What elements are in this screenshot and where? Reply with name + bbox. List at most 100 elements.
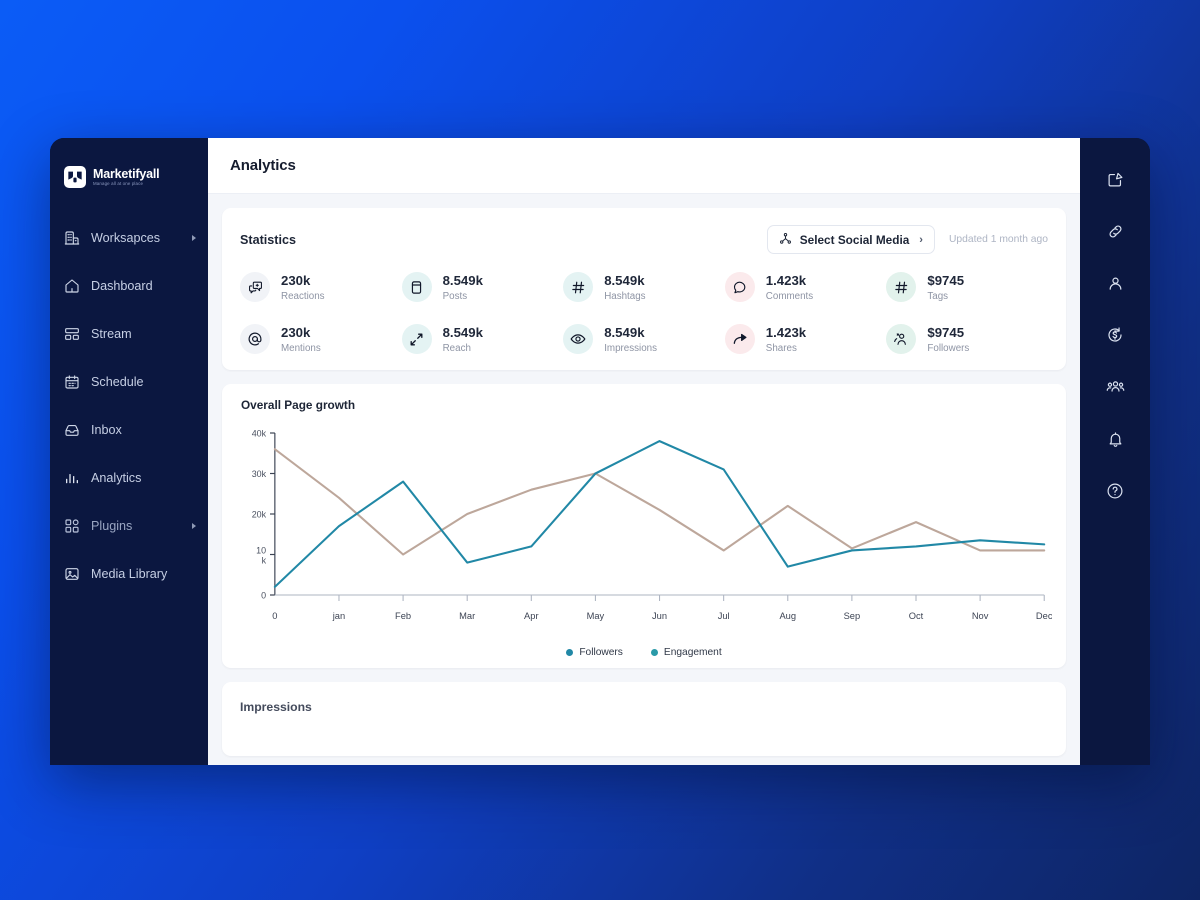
home-icon — [64, 278, 80, 294]
stat-label: Posts — [442, 291, 468, 302]
svg-text:20k: 20k — [252, 509, 267, 519]
sidebar-item-schedule[interactable]: Schedule — [50, 358, 208, 406]
svg-text:Dec: Dec — [1036, 611, 1052, 622]
sidebar-item-analytics[interactable]: Analytics — [50, 454, 208, 502]
stat-value: $9745 — [927, 273, 965, 288]
svg-text:Feb: Feb — [395, 611, 411, 622]
stat-posts: 8.549k Posts — [401, 272, 564, 302]
stat-value: 1.423k — [765, 273, 807, 288]
sidebar-item-label: Plugins — [91, 519, 133, 533]
statistics-grid: 230k Reactions 8.549k Posts 8.549k Hashtags 1.… — [240, 272, 1048, 354]
reactions-icon — [240, 272, 270, 302]
select-social-media-label: Select Social Media — [799, 232, 910, 247]
select-social-media-button[interactable]: Select Social Media › — [766, 225, 935, 254]
sidebar-item-stream[interactable]: Stream — [50, 310, 208, 358]
dollar-refresh-icon[interactable] — [1104, 324, 1126, 346]
impressions-card: Impressions — [222, 682, 1066, 756]
updated-timestamp: Updated 1 month ago — [948, 234, 1048, 245]
grid-icon — [64, 518, 80, 534]
stat-value: 230k — [281, 273, 311, 288]
inbox-icon — [64, 422, 80, 438]
svg-text:0: 0 — [272, 611, 277, 622]
sidebar-item-dashboard[interactable]: Dashboard — [50, 262, 208, 310]
brand-name: Marketifyall — [93, 166, 160, 181]
legend-dot-icon — [566, 649, 574, 656]
svg-text:10k: 10 k — [256, 545, 266, 565]
chevron-right-icon — [192, 235, 196, 241]
stat-followers: $9745 Followers — [886, 324, 1048, 354]
building-icon — [64, 230, 80, 246]
sidebar-item-label: Media Library — [91, 567, 168, 581]
sidebar-item-inbox[interactable]: Inbox — [50, 406, 208, 454]
followers-icon — [886, 324, 917, 354]
brand-tagline: Manage all at one place — [93, 181, 144, 187]
sidebar-item-media-library[interactable]: Media Library — [50, 550, 208, 598]
marketifyall-logo-icon — [64, 166, 86, 188]
stat-value: 8.549k — [604, 273, 645, 288]
link-icon[interactable] — [1104, 220, 1126, 242]
chart-legend: Followers Engagement — [236, 647, 1052, 658]
stat-value: 8.549k — [442, 273, 483, 288]
stat-label: Reactions — [281, 291, 325, 302]
legend-label: Engagement — [663, 647, 722, 658]
svg-text:Jul: Jul — [718, 611, 730, 622]
compose-edit-icon[interactable] — [1104, 168, 1126, 190]
bell-icon[interactable] — [1104, 428, 1126, 450]
page-title: Analytics — [230, 157, 296, 174]
main-area: Analytics Statistics Select Social Media… — [208, 138, 1080, 765]
svg-text:30k: 30k — [252, 469, 267, 479]
stat-shares: 1.423k Shares — [724, 324, 887, 354]
mention-at-icon — [240, 324, 270, 354]
content-scroll: Statistics Select Social Media › Updated… — [208, 194, 1080, 765]
calendar-icon — [64, 374, 80, 390]
image-icon — [64, 566, 80, 582]
sidebar-item-label: Analytics — [91, 471, 142, 485]
app-window: Marketifyall Manage all at one place Wor… — [50, 138, 1150, 765]
svg-text:0: 0 — [261, 590, 266, 600]
stat-label: Reach — [442, 343, 471, 354]
svg-text:Oct: Oct — [909, 611, 924, 622]
topbar: Analytics — [208, 138, 1080, 194]
right-icon-rail — [1080, 138, 1150, 765]
sidebar-item-label: Worksapces — [91, 231, 161, 245]
stat-label: Comments — [765, 291, 814, 302]
stat-label: Followers — [927, 343, 970, 354]
eye-icon — [563, 324, 594, 354]
users-group-icon[interactable] — [1104, 376, 1126, 398]
svg-text:Mar: Mar — [459, 611, 475, 622]
user-icon[interactable] — [1104, 272, 1126, 294]
posts-icon — [401, 272, 432, 302]
stat-value: 1.423k — [765, 325, 807, 340]
help-circle-icon[interactable] — [1104, 480, 1126, 502]
stat-label: Mentions — [281, 343, 321, 354]
line-chart: 0 10 k 20k 30k 40k 0 jan Feb Mar Apr May Jun Jul Aug Se… — [236, 423, 1052, 645]
chevron-right-icon — [192, 523, 196, 529]
sidebar-item-worksapces[interactable]: Worksapces — [50, 214, 208, 262]
stat-comments: 1.423k Comments — [724, 272, 887, 302]
svg-text:Sep: Sep — [844, 611, 861, 622]
stat-label: Hashtags — [604, 291, 646, 302]
sidebar: Marketifyall Manage all at one place Wor… — [50, 138, 208, 765]
share-arrow-icon — [724, 324, 755, 354]
stat-hashtags: 8.549k Hashtags — [563, 272, 725, 302]
legend-item-followers: Followers — [566, 647, 623, 658]
legend-label: Followers — [579, 647, 623, 658]
sidebar-item-plugins[interactable]: Plugins — [50, 502, 208, 550]
chevron-right-icon: › — [919, 233, 923, 246]
svg-text:Jun: Jun — [652, 611, 667, 622]
svg-text:40k: 40k — [252, 428, 267, 438]
legend-item-engagement: Engagement — [650, 647, 722, 658]
stat-tags: $9745 Tags — [886, 272, 1048, 302]
chart-svg: 0 10 k 20k 30k 40k 0 jan Feb Mar Apr May Jun Jul Aug Se… — [252, 428, 1052, 622]
stat-value: 230k — [281, 325, 311, 340]
stat-reach: 8.549k Reach — [401, 324, 564, 354]
chart-title: Overall Page growth — [241, 398, 356, 412]
statistics-header-actions: Select Social Media › Updated 1 month ag… — [766, 225, 1048, 254]
sidebar-item-label: Dashboard — [91, 279, 153, 293]
comment-icon — [724, 272, 755, 302]
statistics-card: Statistics Select Social Media › Updated… — [222, 208, 1066, 370]
brand-logo[interactable]: Marketifyall Manage all at one place — [50, 138, 208, 194]
legend-dot-icon — [650, 649, 658, 656]
stat-mentions: 230k Mentions — [240, 324, 402, 354]
stat-label: Tags — [927, 291, 949, 302]
